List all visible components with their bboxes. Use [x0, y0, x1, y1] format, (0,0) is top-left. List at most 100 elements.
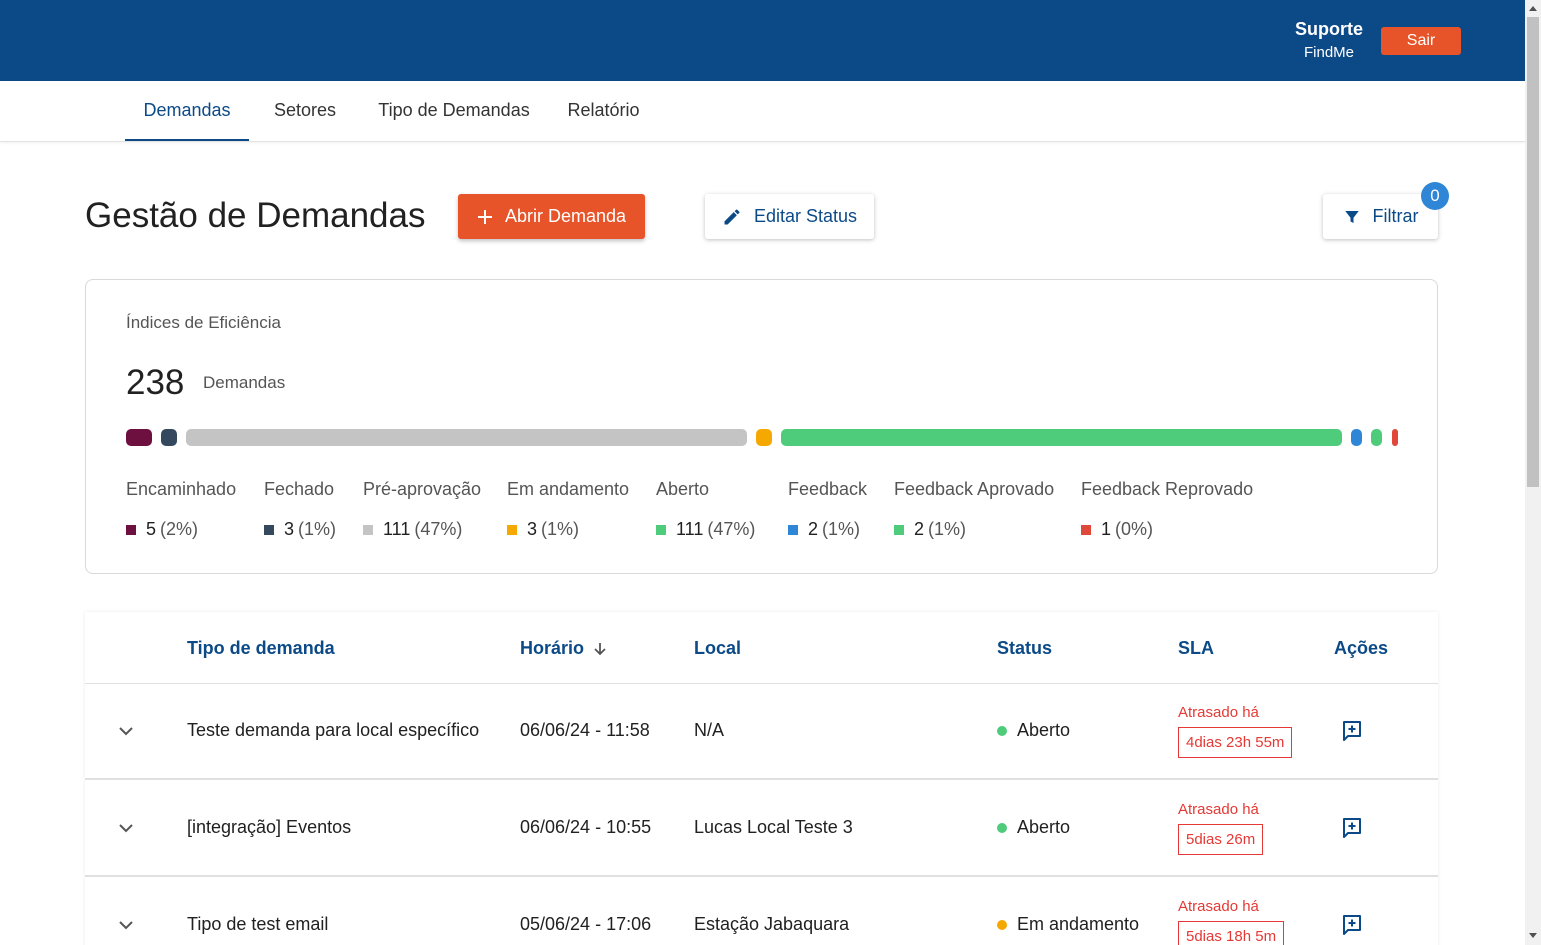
legend-count: 5: [146, 519, 157, 539]
tab-setores[interactable]: Setores: [260, 81, 350, 141]
filter-icon: [1344, 210, 1359, 223]
legend-count: 111: [676, 519, 704, 539]
cell-location: Estação Jabaquara: [694, 914, 850, 934]
bar-segment-feedback-aprovado: [1371, 429, 1382, 446]
legend-percent: (1%): [298, 519, 337, 539]
legend-swatch: [363, 524, 373, 535]
legend-percent: (1%): [541, 519, 580, 539]
legend-count: 3: [527, 519, 538, 539]
efficiency-card: Índices de Eficiência 238 Demandas Encam…: [85, 279, 1438, 574]
bar-segment-fechado: [161, 429, 177, 446]
legend-value-feedback-aprovado: 2 (1%): [894, 519, 966, 540]
filter-count-badge: 0: [1421, 182, 1449, 210]
status-label: Em andamento: [1017, 914, 1140, 934]
table-row[interactable]: Teste demanda para local específico 06/0…: [85, 684, 1438, 780]
legend-value-em-andamento: 3 (1%): [507, 519, 579, 540]
status-dot: [997, 725, 1007, 736]
chevron-down-icon[interactable]: [117, 916, 135, 934]
chevron-down-icon[interactable]: [117, 722, 135, 740]
bar-segment-em-andamento: [756, 429, 772, 446]
legend-value-pre-aprovacao: 111 (47%): [363, 519, 462, 540]
logout-button[interactable]: Sair: [1381, 27, 1461, 55]
sla-value-badge: 4dias 23h 55m: [1178, 727, 1293, 758]
tab-demandas[interactable]: Demandas: [125, 81, 249, 141]
cell-time: 05/06/24 - 17:06: [520, 914, 652, 934]
column-header-status-label: Status: [997, 638, 1053, 658]
scroll-up-arrow-icon[interactable]: [1529, 6, 1537, 11]
column-header-type[interactable]: Tipo de demanda: [187, 638, 335, 659]
scroll-down-arrow-icon[interactable]: [1529, 933, 1537, 938]
status-label: Aberto: [1017, 817, 1071, 837]
tab-tipo-de-demandas[interactable]: Tipo de Demandas: [366, 81, 542, 141]
legend-swatch: [264, 524, 274, 535]
legend-count: 2: [914, 519, 925, 539]
cell-status: Em andamento: [997, 914, 1139, 935]
open-demand-button[interactable]: Abrir Demanda: [458, 194, 645, 239]
legend-swatch: [788, 524, 798, 535]
filter-button[interactable]: Filtrar: [1323, 194, 1438, 239]
legend-name-em-andamento: Em andamento: [507, 479, 630, 499]
filter-label: Filtrar: [1372, 206, 1419, 226]
page-scrollbar[interactable]: [1525, 0, 1541, 945]
legend-swatch: [656, 524, 666, 535]
legend-count: 1: [1101, 519, 1112, 539]
plus-icon: [477, 209, 492, 224]
column-header-location-label: Local: [694, 638, 742, 658]
legend-name-aberto: Aberto: [656, 479, 710, 499]
user-name: Suporte: [1294, 19, 1363, 39]
column-header-time[interactable]: Horário: [520, 638, 608, 659]
bar-segment-feedback: [1351, 429, 1362, 446]
legend-percent: (47%): [414, 519, 463, 539]
column-header-sla[interactable]: SLA: [1178, 638, 1214, 659]
legend-value-encaminhado: 5 (2%): [126, 519, 198, 540]
bar-segment-feedback-reprovado: [1392, 429, 1398, 446]
legend-value-aberto: 111 (47%): [656, 519, 755, 540]
column-header-location[interactable]: Local: [694, 638, 741, 659]
edit-status-button[interactable]: Editar Status: [705, 194, 874, 239]
demands-table: Tipo de demanda Horário Local Status SLA…: [85, 612, 1438, 945]
legend-name-pre-aprovacao: Pré-aprovação: [363, 479, 482, 499]
legend-name-feedback-aprovado: Feedback Aprovado: [894, 479, 1055, 499]
status-dot: [997, 919, 1007, 930]
open-demand-label: Abrir Demanda: [504, 206, 627, 226]
add-comment-icon[interactable]: [1340, 816, 1364, 840]
cell-type: Tipo de test email: [187, 914, 329, 934]
add-comment-icon[interactable]: [1340, 719, 1364, 743]
tab-relatorio[interactable]: Relatório: [556, 81, 651, 141]
column-header-time-label: Horário: [520, 638, 585, 658]
legend-name-feedback-reprovado: Feedback Reprovado: [1081, 479, 1254, 499]
total-demands: 238: [126, 363, 185, 402]
status-dot: [997, 822, 1007, 833]
sla-value-badge: 5dias 26m: [1178, 824, 1264, 855]
column-header-type-label: Tipo de demanda: [187, 638, 335, 658]
scroll-thumb[interactable]: [1527, 17, 1539, 487]
user-organization: FindMe: [1303, 44, 1355, 61]
chevron-down-icon[interactable]: [117, 819, 135, 837]
legend-swatch: [1081, 524, 1091, 535]
nav-bar: Demandas Setores Tipo de Demandas Relató…: [0, 81, 1525, 142]
legend-name-fechado: Fechado: [264, 479, 335, 499]
legend-swatch: [894, 524, 904, 535]
user-info: Suporte FindMe: [1285, 18, 1373, 63]
legend-swatch: [126, 524, 136, 535]
cell-type: Teste demanda para local específico: [187, 720, 480, 740]
cell-status: Aberto: [997, 720, 1070, 741]
sla-label: Atrasado há: [1178, 801, 1259, 818]
table-row[interactable]: Tipo de test email 05/06/24 - 17:06 Esta…: [85, 878, 1438, 945]
pencil-icon: [724, 208, 740, 224]
legend-name-feedback: Feedback: [788, 479, 868, 499]
legend-swatch: [507, 524, 517, 535]
legend-value-fechado: 3 (1%): [264, 519, 336, 540]
column-header-status[interactable]: Status: [997, 638, 1052, 659]
legend-count: 3: [284, 519, 295, 539]
add-comment-icon[interactable]: [1340, 913, 1364, 937]
column-header-actions: Ações: [1334, 638, 1388, 659]
cell-time: 06/06/24 - 11:58: [520, 720, 650, 740]
bar-segment-encaminhado: [126, 429, 152, 446]
legend-percent: (1%): [822, 519, 861, 539]
legend-percent: (2%): [160, 519, 199, 539]
legend-percent: (47%): [707, 519, 756, 539]
bar-segment-aberto: [781, 429, 1342, 446]
table-row[interactable]: [integração] Eventos 06/06/24 - 10:55 Lu…: [85, 781, 1438, 877]
cell-location: Lucas Local Teste 3: [694, 817, 853, 837]
